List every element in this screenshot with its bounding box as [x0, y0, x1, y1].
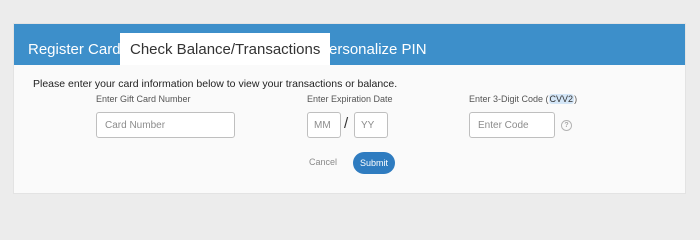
tab-register-card[interactable]: Register Card: [28, 34, 121, 65]
instructions-text: Please enter your card information below…: [33, 78, 398, 90]
expiration-month-input[interactable]: [307, 112, 341, 138]
card-lookup-panel: Register Card Check Balance/Transactions…: [13, 23, 686, 194]
expiration-label: Enter Expiration Date: [307, 94, 393, 104]
date-separator: /: [344, 115, 349, 132]
tab-check-balance[interactable]: Check Balance/Transactions: [120, 33, 331, 65]
cvv-input[interactable]: [469, 112, 555, 138]
cancel-button[interactable]: Cancel: [309, 157, 337, 167]
cvv-highlight: CVV2: [548, 94, 575, 104]
cvv-label-prefix: Enter 3-Digit Code (: [469, 94, 549, 104]
expiration-year-input[interactable]: [354, 112, 388, 138]
tab-bar: Register Card Check Balance/Transactions…: [14, 24, 685, 65]
help-icon[interactable]: ?: [561, 120, 572, 131]
card-number-label: Enter Gift Card Number: [96, 94, 191, 104]
tab-personalize-pin[interactable]: Personalize PIN: [319, 34, 427, 65]
card-number-input[interactable]: [96, 112, 235, 138]
cvv-label-suffix: ): [574, 94, 578, 104]
submit-button[interactable]: Submit: [353, 152, 395, 174]
cvv-label: Enter 3-Digit Code (CVV2): [469, 94, 577, 104]
